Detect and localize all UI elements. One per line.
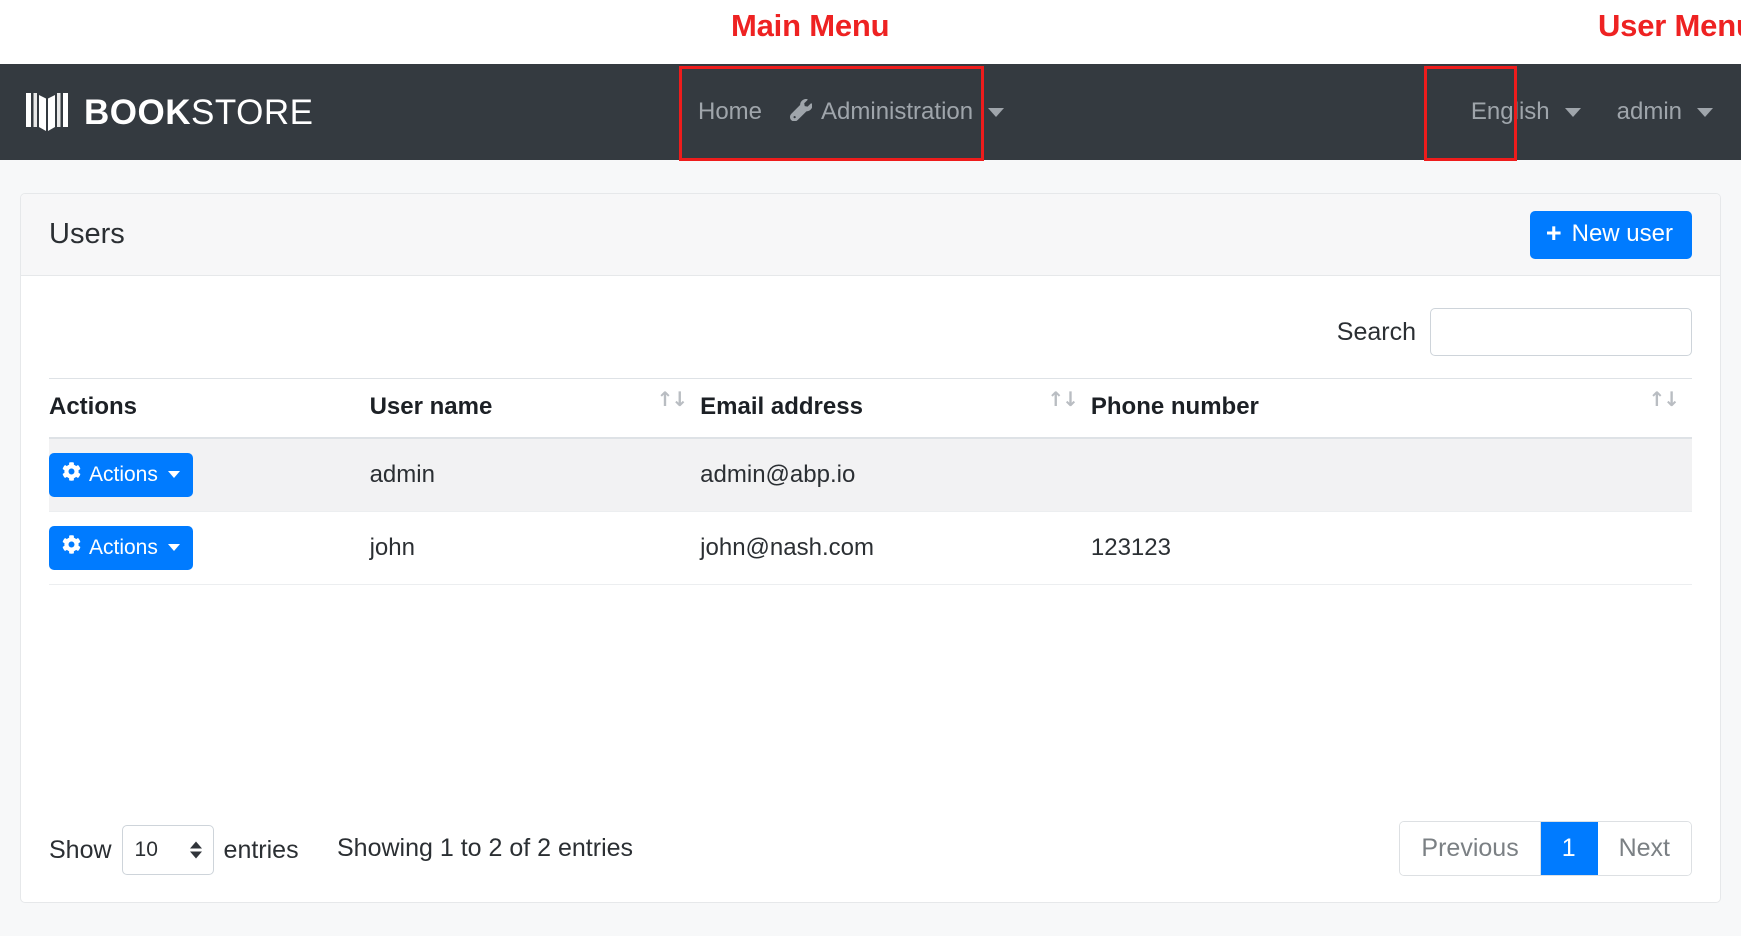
annotation-label-user-menu: User Menu	[1598, 8, 1741, 44]
annotation-label-main-menu: Main Menu	[731, 8, 889, 44]
top-navbar: BOOKSTORE Home Administration English ad…	[0, 64, 1741, 160]
row-actions-button-label: Actions	[89, 463, 158, 487]
nav-item-administration-label: Administration	[821, 98, 973, 126]
chevron-down-icon	[1697, 108, 1713, 117]
table-footer: Show 10 entries Showing 1 to 2 of 2 entr…	[49, 825, 1692, 881]
language-selector-label: English	[1471, 98, 1550, 126]
nav-item-administration[interactable]: Administration	[790, 98, 1004, 127]
chevron-down-icon	[168, 471, 180, 478]
wrench-icon	[790, 98, 812, 127]
column-header-phone-number[interactable]: Phone number ↑↓	[1091, 379, 1692, 439]
users-table-body: Actions admin admin@abp.io	[49, 438, 1692, 585]
pagination-previous[interactable]: Previous	[1400, 822, 1540, 875]
table-row: Actions admin admin@abp.io	[49, 438, 1692, 512]
table-row: Actions john john@nash.com 123123	[49, 512, 1692, 585]
column-header-user-name-label: User name	[370, 393, 493, 420]
chevron-down-icon	[1565, 108, 1581, 117]
column-header-email-address-label: Email address	[700, 393, 863, 420]
users-table: Actions User name ↑↓ Email address ↑↓ Ph…	[49, 378, 1692, 585]
cell-email-address: admin@abp.io	[700, 438, 1091, 512]
column-header-phone-number-label: Phone number	[1091, 393, 1259, 420]
column-header-user-name[interactable]: User name ↑↓	[370, 379, 701, 439]
page-length-select[interactable]: 10	[122, 825, 214, 875]
sort-icon: ↑↓	[1648, 387, 1678, 411]
cell-actions: Actions	[49, 438, 370, 512]
brand-text: BOOKSTORE	[84, 95, 313, 130]
table-header-row: Actions User name ↑↓ Email address ↑↓ Ph…	[49, 379, 1692, 439]
row-actions-button[interactable]: Actions	[49, 453, 193, 497]
column-header-actions: Actions	[49, 379, 370, 439]
brand-text-light: STORE	[191, 93, 313, 132]
language-selector[interactable]: English	[1471, 98, 1581, 126]
search-row: Search	[49, 298, 1692, 378]
cell-user-name: admin	[370, 438, 701, 512]
open-book-icon	[24, 91, 70, 133]
show-label: Show	[49, 836, 112, 865]
sort-icon: ↑↓	[1047, 387, 1077, 411]
chevron-down-icon	[168, 544, 180, 551]
page-length-control: Show 10 entries	[49, 825, 299, 875]
cell-user-name: john	[370, 512, 701, 585]
page-title: Users	[49, 218, 125, 251]
chevron-down-icon	[988, 108, 1004, 117]
cell-phone-number: 123123	[1091, 512, 1692, 585]
row-actions-button-label: Actions	[89, 536, 158, 560]
pagination-next[interactable]: Next	[1598, 822, 1691, 875]
user-menu[interactable]: admin	[1617, 98, 1713, 126]
search-label: Search	[1337, 318, 1416, 347]
column-header-email-address[interactable]: Email address ↑↓	[700, 379, 1091, 439]
new-user-button[interactable]: + New user	[1530, 211, 1692, 259]
page-content: Users + New user Search Actions	[0, 160, 1741, 936]
plus-icon: +	[1546, 220, 1562, 247]
new-user-button-label: New user	[1572, 220, 1673, 248]
column-header-actions-label: Actions	[49, 393, 137, 420]
brand-text-bold: BOOK	[84, 93, 191, 132]
search-input[interactable]	[1430, 308, 1692, 356]
nav-item-home[interactable]: Home	[698, 98, 762, 126]
gear-icon	[62, 462, 81, 487]
page-length-value: 10	[135, 838, 158, 862]
table-info-text: Showing 1 to 2 of 2 entries	[337, 834, 633, 863]
navbar-right-group: English admin	[1471, 64, 1713, 160]
brand-logo-link[interactable]: BOOKSTORE	[24, 64, 313, 160]
users-table-head: Actions User name ↑↓ Email address ↑↓ Ph…	[49, 379, 1692, 439]
pagination-page-1[interactable]: 1	[1541, 822, 1598, 875]
sort-icon: ↑↓	[657, 387, 687, 411]
stepper-updown-icon	[190, 842, 202, 859]
user-menu-label: admin	[1617, 98, 1682, 126]
cell-email-address: john@nash.com	[700, 512, 1091, 585]
cell-phone-number	[1091, 438, 1692, 512]
pagination: Previous 1 Next	[1399, 821, 1692, 876]
cell-actions: Actions	[49, 512, 370, 585]
users-card: Users + New user Search Actions	[20, 193, 1721, 903]
entries-label: entries	[224, 836, 299, 865]
main-menu: Home Administration	[698, 64, 1004, 160]
gear-icon	[62, 535, 81, 560]
users-card-body: Search Actions User name ↑↓ Email a	[21, 276, 1720, 903]
users-card-header: Users + New user	[21, 194, 1720, 276]
nav-item-home-label: Home	[698, 98, 762, 126]
row-actions-button[interactable]: Actions	[49, 526, 193, 570]
